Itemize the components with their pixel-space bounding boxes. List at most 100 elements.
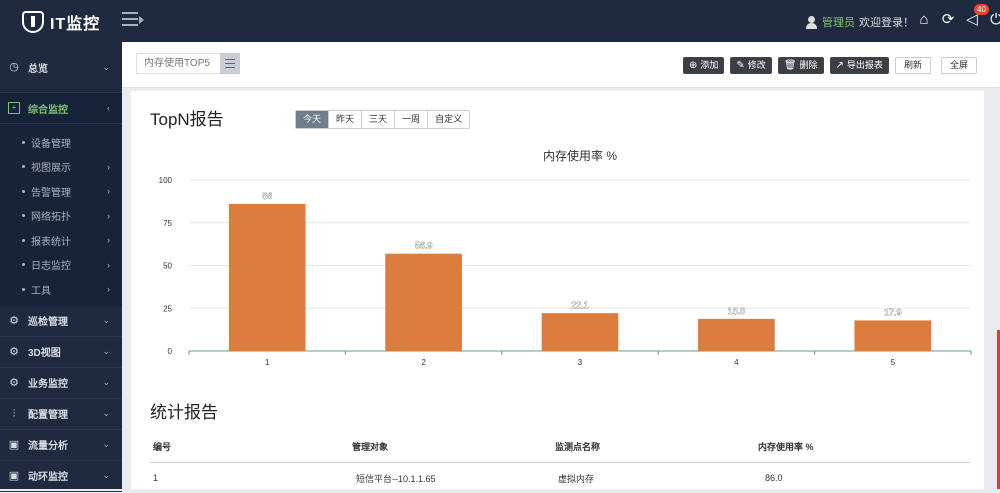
chevron-right-icon: › <box>107 259 110 270</box>
app-logo[interactable]: IT监控 <box>22 10 100 34</box>
submenu-label: 设备管理 <box>31 138 71 150</box>
delete-button-label: 删除 <box>799 60 818 70</box>
cell-id: 1 <box>153 473 159 483</box>
chevron-down-icon: ⌄ <box>102 61 110 72</box>
chevron-down-icon: ⌄ <box>102 439 110 449</box>
home-icon[interactable]: ⌂ <box>916 12 932 28</box>
sidebar-item-label: 流量分析 <box>28 441 68 452</box>
range-three-days[interactable]: 三天 <box>362 111 396 128</box>
add-button-label: 添加 <box>700 60 719 70</box>
submenu-item-alarms[interactable]: 告警管理 › <box>0 179 122 204</box>
submenu-label: 网络拓扑 <box>31 212 71 224</box>
notification-icon[interactable]: ◁ 40 <box>964 4 989 28</box>
chevron-left-icon: ‹ <box>107 103 110 113</box>
refresh-icon[interactable]: ⟳ <box>940 12 956 28</box>
y-tick-label: 75 <box>163 219 172 228</box>
fullscreen-button[interactable]: 全屏 <box>940 57 977 74</box>
sidebar-item-environment[interactable]: ▣ 动环监控 ⌄ <box>0 461 122 492</box>
sidebar-item-inspection[interactable]: ⚙ 巡检管理 ⌄ <box>0 306 122 337</box>
cell-point: 虚拟内存 <box>558 473 595 484</box>
header-object: 管理对象 <box>352 441 389 452</box>
sidebar-item-overview[interactable]: ◷ 总览 ⌄ <box>0 42 122 93</box>
sidebar-item-traffic[interactable]: ▣ 流量分析 ⌄ <box>0 430 122 461</box>
sidebar-item-monitor[interactable]: + 综合监控 ‹ <box>0 93 122 124</box>
x-tick-label: 4 <box>734 358 739 367</box>
welcome-text: 欢迎登录！ <box>859 17 914 29</box>
data-label: 18.8 <box>728 306 746 316</box>
header-id: 编号 <box>153 441 172 452</box>
submenu-label: 告警管理 <box>31 187 71 199</box>
submenu-label: 报表统计 <box>31 236 71 248</box>
logo-icon <box>22 11 44 33</box>
data-label: 86 <box>262 191 272 201</box>
delete-button[interactable]: 🗑 删除 <box>777 57 824 74</box>
traffic-icon: ▣ <box>8 438 20 451</box>
plus-circle-icon: ⊕ <box>689 60 698 71</box>
main-content: 内存使用TOP5 ⊕ 添加 ✎ 修改 🗑 删除 ↗ 导出报表 刷新 全屏 TopN报告 … <box>122 42 1000 489</box>
chevron-right-icon: › <box>107 235 110 246</box>
topn-title: TopN报告 <box>150 110 224 129</box>
y-tick-label: 100 <box>159 176 173 185</box>
sidebar-item-label: 巡检管理 <box>28 317 68 328</box>
bar <box>854 320 932 351</box>
user-name[interactable]: 管理员 <box>822 14 855 30</box>
bar <box>541 313 619 351</box>
bar <box>698 318 775 351</box>
submenu-label: 日志监控 <box>31 261 71 273</box>
chevron-down-icon: ⌄ <box>102 377 110 387</box>
sidebar-item-label: 配置管理 <box>28 410 68 421</box>
export-icon: ↗ <box>835 60 844 71</box>
submenu-item-topology[interactable]: 网络拓扑 › <box>0 204 122 229</box>
fullscreen-button-label: 全屏 <box>949 60 968 70</box>
sidebar-item-label: 总览 <box>28 63 48 75</box>
3d-icon: ⚙ <box>9 345 19 358</box>
menu-icon[interactable] <box>220 53 240 74</box>
stats-table: 编号 管理对象 监测点名称 内存使用率 % 1 短信平台--10.1.1.65 … <box>150 430 970 493</box>
y-tick-label: 50 <box>163 262 172 271</box>
edit-icon: ✎ <box>736 60 745 71</box>
tab-label: 内存使用TOP5 <box>144 58 210 69</box>
data-label: 56.9 <box>415 241 433 251</box>
add-button[interactable]: ⊕ 添加 <box>683 57 725 74</box>
submenu-label: 视图展示 <box>31 163 71 175</box>
power-icon[interactable]: ⏻ <box>988 12 1000 28</box>
range-custom[interactable]: 自定义 <box>428 111 470 128</box>
edit-button[interactable]: ✎ 修改 <box>730 57 772 74</box>
menu-toggle-icon[interactable] <box>122 12 144 28</box>
chevron-right-icon: › <box>107 210 110 221</box>
submenu-item-reports[interactable]: 报表统计 › <box>0 228 122 253</box>
submenu-item-devices[interactable]: 设备管理 <box>0 130 122 155</box>
bar <box>228 203 306 351</box>
inspect-icon: ⚙ <box>9 314 19 327</box>
sidebar-item-config[interactable]: ⫶ 配置管理 ⌄ <box>0 399 122 430</box>
x-tick-label: 2 <box>421 358 426 367</box>
refresh-button[interactable]: 刷新 <box>894 57 931 74</box>
report-tab-select[interactable]: 内存使用TOP5 <box>136 53 240 74</box>
export-button[interactable]: ↗ 导出报表 <box>829 57 889 74</box>
range-yesterday[interactable]: 昨天 <box>329 111 363 128</box>
submenu-label: 工具 <box>31 285 51 297</box>
sidebar-item-3d[interactable]: ⚙ 3D视图 ⌄ <box>0 337 122 368</box>
bar-chart: 内存使用率 % 0 25 50 75 100 86 1 56.9 2 22.1 3 18.8 4 17.9 5 <box>159 148 972 367</box>
cell-usage: 86.0 <box>765 473 783 483</box>
chevron-down-icon: ⌄ <box>102 408 110 418</box>
submenu-item-tools[interactable]: 工具 › <box>0 277 122 302</box>
table-header: 编号 管理对象 监测点名称 内存使用率 % <box>150 430 970 463</box>
x-tick-label: 1 <box>265 358 270 367</box>
range-selector: 今天 昨天 三天 一周 自定义 <box>295 110 471 129</box>
top-bar: IT监控 管理员 欢迎登录！ ⌂ ⟳ ◁ 40 ⏻ <box>0 0 1000 42</box>
y-tick-label: 0 <box>168 347 173 356</box>
sidebar-item-label: 综合监控 <box>28 104 68 116</box>
trash-icon: 🗑 <box>783 60 797 71</box>
export-button-label: 导出报表 <box>846 60 883 70</box>
sidebar-item-business[interactable]: ⚙ 业务监控 ⌄ <box>0 368 122 399</box>
range-today[interactable]: 今天 <box>296 111 330 128</box>
sidebar: ◷ 总览 ⌄ + 综合监控 ‹ 设备管理 视图展示 › 告警管理 › 网络拓扑 › 报… <box>0 42 122 492</box>
submenu-item-logs[interactable]: 日志监控 › <box>0 253 122 278</box>
sidebar-item-label: 动环监控 <box>28 472 68 483</box>
range-week[interactable]: 一周 <box>395 111 429 128</box>
dashboard-icon: ◷ <box>9 61 19 73</box>
data-label: 17.9 <box>884 307 902 317</box>
y-tick-label: 25 <box>163 304 172 313</box>
submenu-item-views[interactable]: 视图展示 › <box>0 155 122 180</box>
